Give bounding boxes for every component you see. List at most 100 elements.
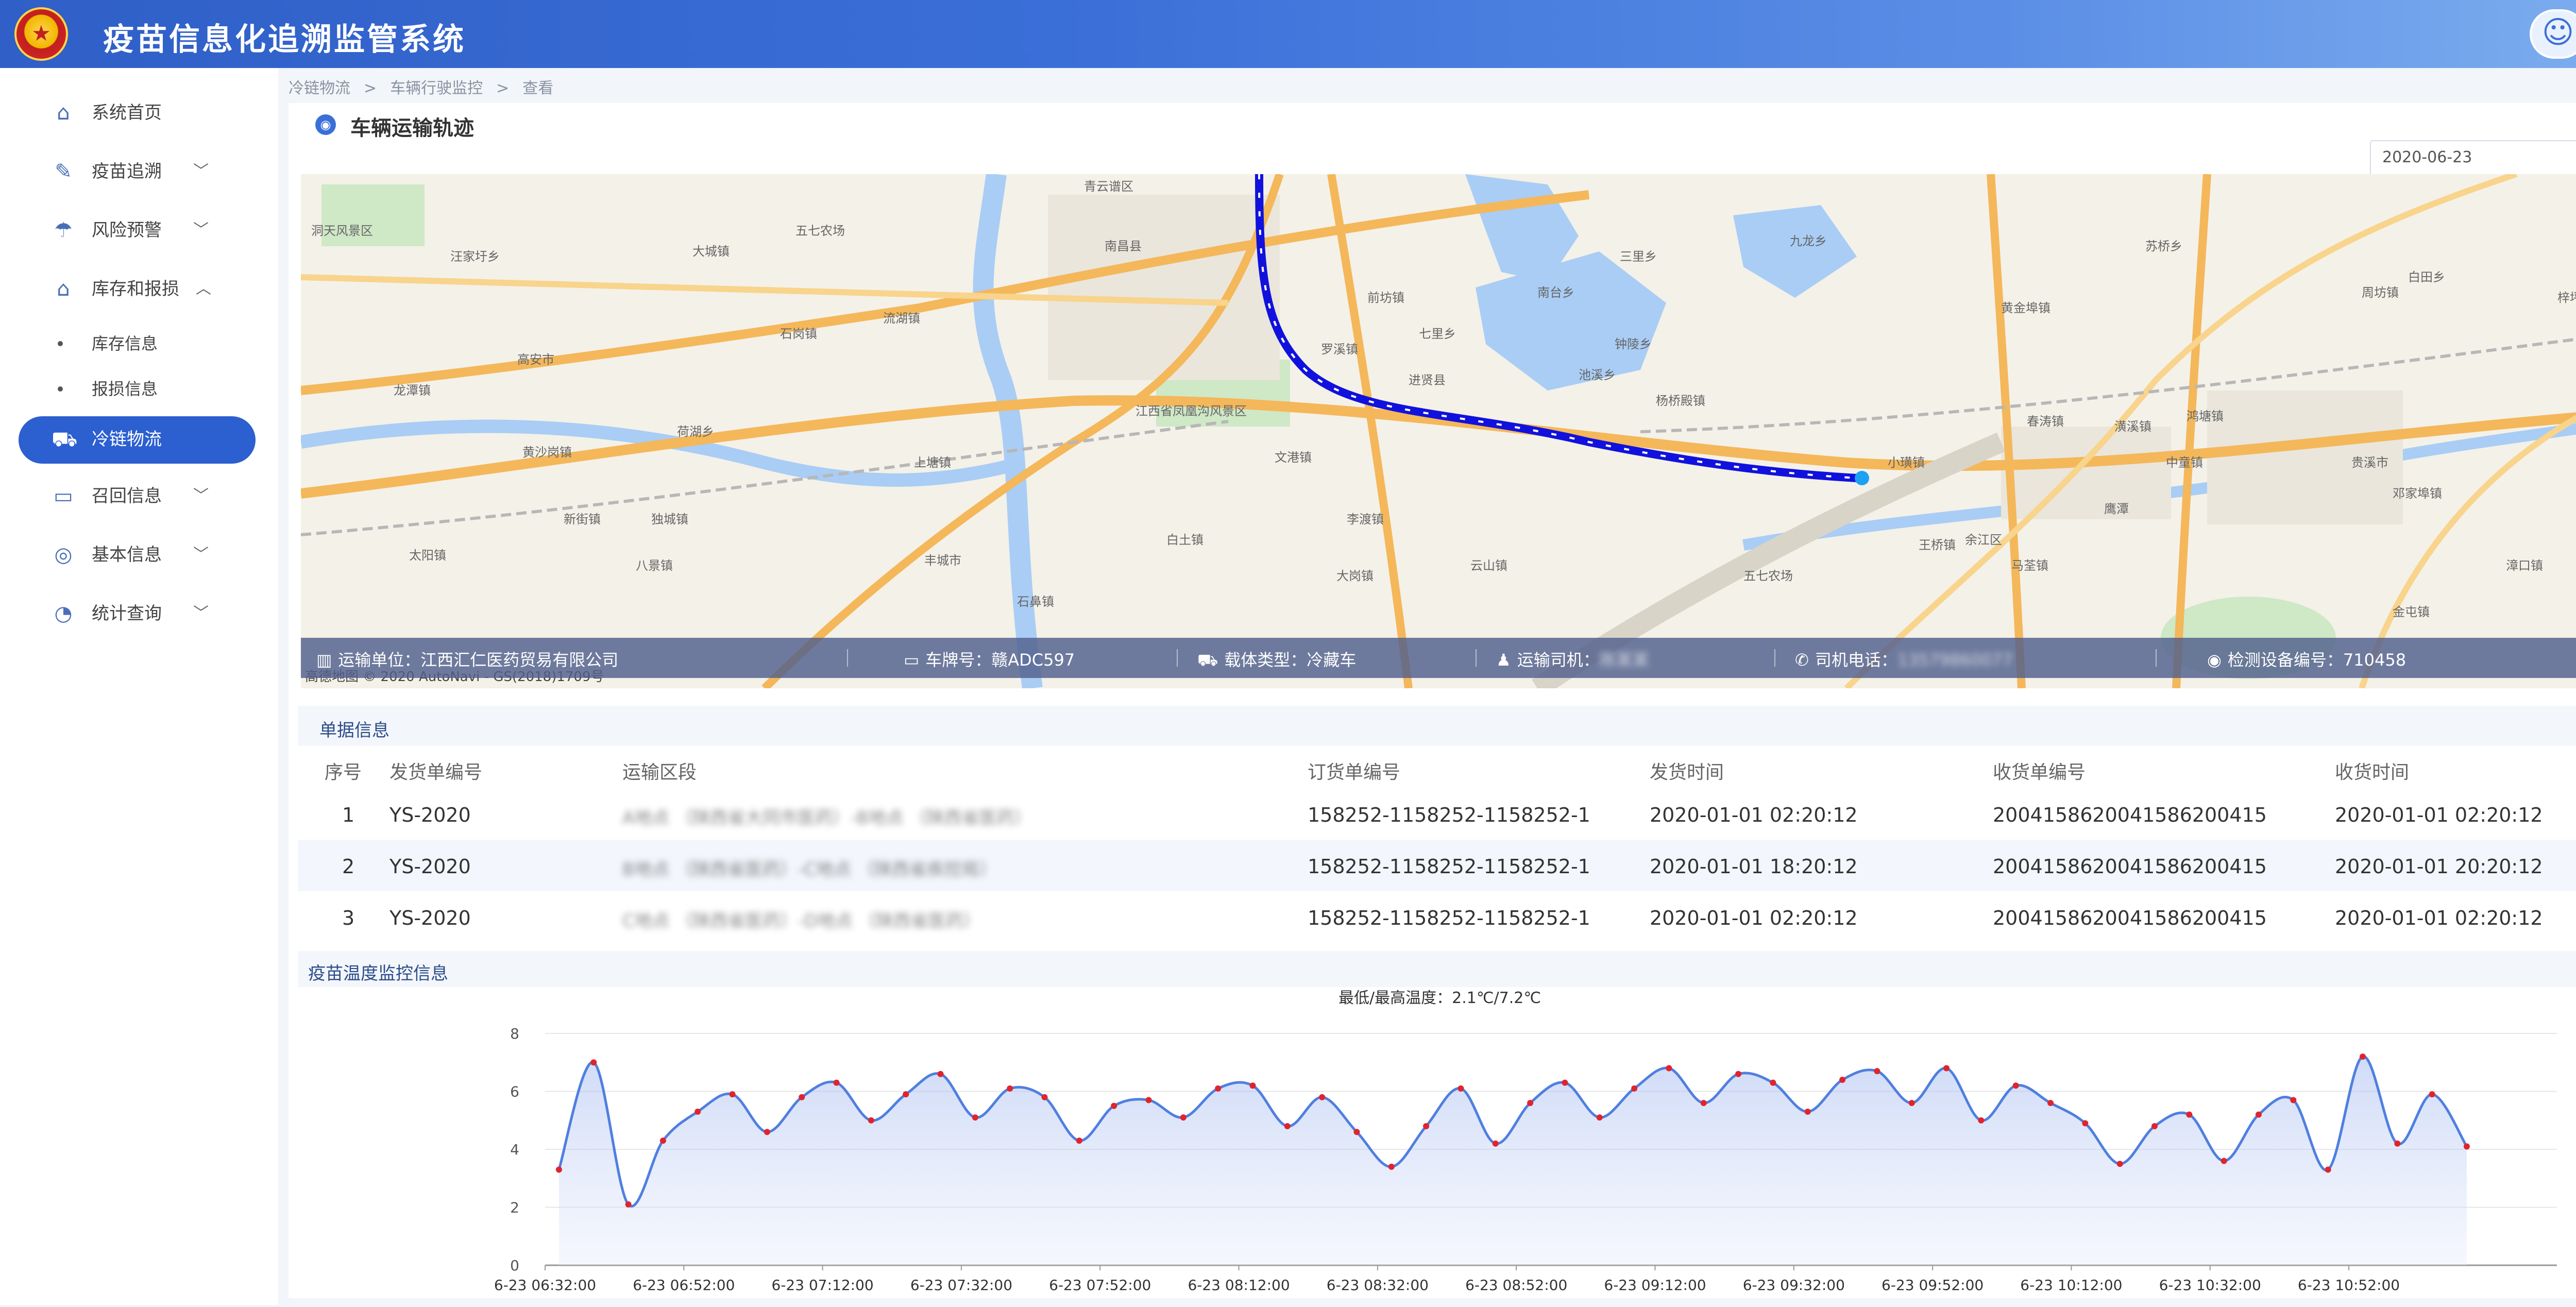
building-icon: ▥: [316, 650, 332, 670]
breadcrumb-separator: >: [364, 79, 377, 97]
data-point: [1978, 1117, 1985, 1124]
x-tick-label: 6-23 09:32:00: [1743, 1277, 1845, 1294]
map-place-label: 鸿塘镇: [2187, 409, 2224, 423]
breadcrumb-item[interactable]: 车辆行驶监控: [390, 79, 483, 97]
route-map[interactable]: 青云谱区 五七农场 南昌县 进贤县 江西省凤凰沟风景区 丰城市 高安市 余江区 鹰潭 贵溪市 大城镇…: [301, 174, 2576, 688]
data-point: [590, 1059, 597, 1066]
chevron-up-icon: ︿: [196, 280, 211, 298]
map-place-label: 文港镇: [1275, 450, 1312, 465]
person-icon: ♟: [1496, 650, 1511, 670]
map-place-label: 洞天风景区: [311, 224, 373, 238]
sidebar-item-vaccine-trace[interactable]: ✎ 疫苗追溯 ﹀: [0, 148, 278, 195]
divider: [1774, 649, 1775, 667]
data-point: [2325, 1166, 2331, 1173]
driver-phone-value: 13579860077: [1897, 650, 2013, 670]
card-icon: ▭: [904, 650, 920, 670]
data-point: [2186, 1111, 2193, 1118]
row-index: 3: [342, 907, 355, 929]
data-point: [2255, 1111, 2262, 1118]
table-row[interactable]: 3 YS-2020 C地点 （陕西省医药）-D地点 （陕西省医药） 158252…: [298, 891, 2576, 943]
map-place-label: 池溪乡: [1579, 368, 1616, 382]
map-place-label: 黄沙岗镇: [522, 445, 572, 460]
row-index: 2: [342, 855, 355, 878]
map-place-label: 七里乡: [1419, 327, 1456, 341]
sidebar-item-cold-chain[interactable]: ⛟ 冷链物流: [19, 416, 256, 464]
data-point: [1388, 1163, 1395, 1170]
truck-icon: ⛟: [52, 428, 78, 451]
table-row[interactable]: 2 YS-2020 B地点 （陕西省医药）-C地点 （陕西省疾控局） 15825…: [298, 840, 2576, 891]
data-point: [1353, 1129, 1360, 1135]
sidebar-item-risk-warning[interactable]: ☂ 风险预警 ﹀: [0, 207, 278, 253]
map-place-label: 南台乡: [1537, 285, 1574, 300]
map-place-label: 五七农场: [1743, 569, 1793, 583]
recv-time: 2020-01-01 02:20:12: [2335, 804, 2543, 826]
x-tick-label: 6-23 06:52:00: [633, 1277, 735, 1294]
sidebar-item-statistics[interactable]: ◔ 统计查询 ﹀: [0, 590, 278, 637]
sidebar-subitem-inventory-info[interactable]: 库存信息: [0, 326, 278, 362]
x-tick-label: 6-23 09:52:00: [1882, 1277, 1984, 1294]
map-place-label: 大城镇: [692, 244, 730, 259]
driver-phone-label: 司机电话：: [1815, 650, 1897, 670]
data-point: [2429, 1091, 2435, 1098]
data-point: [555, 1166, 562, 1173]
sidebar-item-recall[interactable]: ▭ 召回信息 ﹀: [0, 473, 278, 519]
sidebar-subitem-loss-info[interactable]: 报损信息: [0, 371, 278, 407]
ship-no: YS-2020: [389, 855, 471, 878]
x-tick-label: 6-23 06:32:00: [494, 1277, 596, 1294]
pie-chart-icon: ◔: [54, 602, 73, 625]
syringe-icon: ✎: [55, 160, 72, 183]
map-place-label: 进贤县: [1409, 373, 1446, 387]
temperature-chart-svg: 0 2 4 6 8 6-23 06:32:00 6-23 06:52:00 6-23 07:1…: [494, 1025, 2557, 1294]
data-point: [2359, 1054, 2366, 1060]
sidebar-item-label: 系统首页: [92, 103, 162, 123]
data-point: [2082, 1120, 2089, 1127]
table-row[interactable]: 1 YS-2020 A地点 （陕西省大同市医药）-B地点 （陕西省医药） 158…: [298, 788, 2576, 840]
map-place-label: 贵溪市: [2351, 455, 2388, 470]
app-header: ★ 疫苗信息化追溯监管系统 ☺ 刘小: [0, 0, 2576, 68]
data-point: [1319, 1094, 1326, 1100]
data-point: [1770, 1079, 1776, 1086]
order-no: 158252-1158252-1158252-1: [1308, 804, 1590, 826]
data-point: [833, 1079, 840, 1086]
temperature-area: [558, 1056, 2467, 1265]
divider: [1476, 649, 1477, 667]
sidebar-item-basic-info[interactable]: ◎ 基本信息 ﹀: [0, 532, 278, 578]
data-point: [1145, 1097, 1152, 1104]
sidebar-item-label: 召回信息: [92, 486, 162, 506]
data-point: [972, 1114, 978, 1121]
data-point: [1596, 1114, 1603, 1121]
map-place-label: 高安市: [517, 352, 554, 367]
segment: B地点 （陕西省医药）-C地点 （陕西省疾控局）: [622, 859, 997, 880]
chevron-down-icon: ﹀: [193, 162, 209, 180]
section-title: 疫苗温度监控信息: [308, 963, 448, 984]
map-place-label: 云山镇: [1470, 558, 1507, 573]
data-point: [2012, 1082, 2019, 1089]
page-title: 车辆运输轨迹: [350, 116, 474, 140]
sidebar-item-home[interactable]: ⌂ 系统首页: [0, 90, 278, 136]
x-tick-label: 6-23 10:52:00: [2298, 1277, 2400, 1294]
user-avatar[interactable]: ☺: [2530, 9, 2576, 59]
data-point: [625, 1201, 632, 1208]
date-picker[interactable]: 2020-06-23 ▭: [2370, 140, 2576, 176]
map-place-label: 南昌县: [1105, 239, 1142, 253]
chevron-down-icon: ﹀: [193, 487, 209, 505]
recv-no: 2004158620041586200415: [1993, 855, 2267, 878]
data-point: [1700, 1100, 1707, 1106]
sidebar-item-inventory[interactable]: ⌂ 库存和报损 ︿: [0, 266, 278, 312]
data-point: [1839, 1077, 1846, 1083]
map-place-label: 邓家埠镇: [2393, 486, 2442, 501]
breadcrumb-item[interactable]: 冷链物流: [289, 79, 350, 97]
map-place-label: 汪家圩乡: [450, 249, 500, 264]
sidebar-subitem-label: 库存信息: [92, 334, 158, 353]
map-place-label: 上塘镇: [914, 455, 951, 470]
bullet-icon: [58, 386, 63, 392]
temperature-chart[interactable]: 0 2 4 6 8 6-23 06:32:00 6-23 06:52:00 6-23 07:1…: [298, 997, 2576, 1305]
data-point: [1908, 1100, 1915, 1106]
phone-icon: ✆: [1795, 650, 1809, 670]
recv-no: 2004158620041586200415: [1993, 907, 2267, 929]
transport-unit-text: 运输单位：江西汇仁医药贸易有限公司: [338, 650, 619, 670]
map-place-label: 余江区: [1965, 533, 2002, 547]
data-point: [1249, 1082, 1256, 1089]
data-point: [2047, 1100, 2054, 1106]
column-header: 订货单编号: [1308, 762, 1401, 783]
